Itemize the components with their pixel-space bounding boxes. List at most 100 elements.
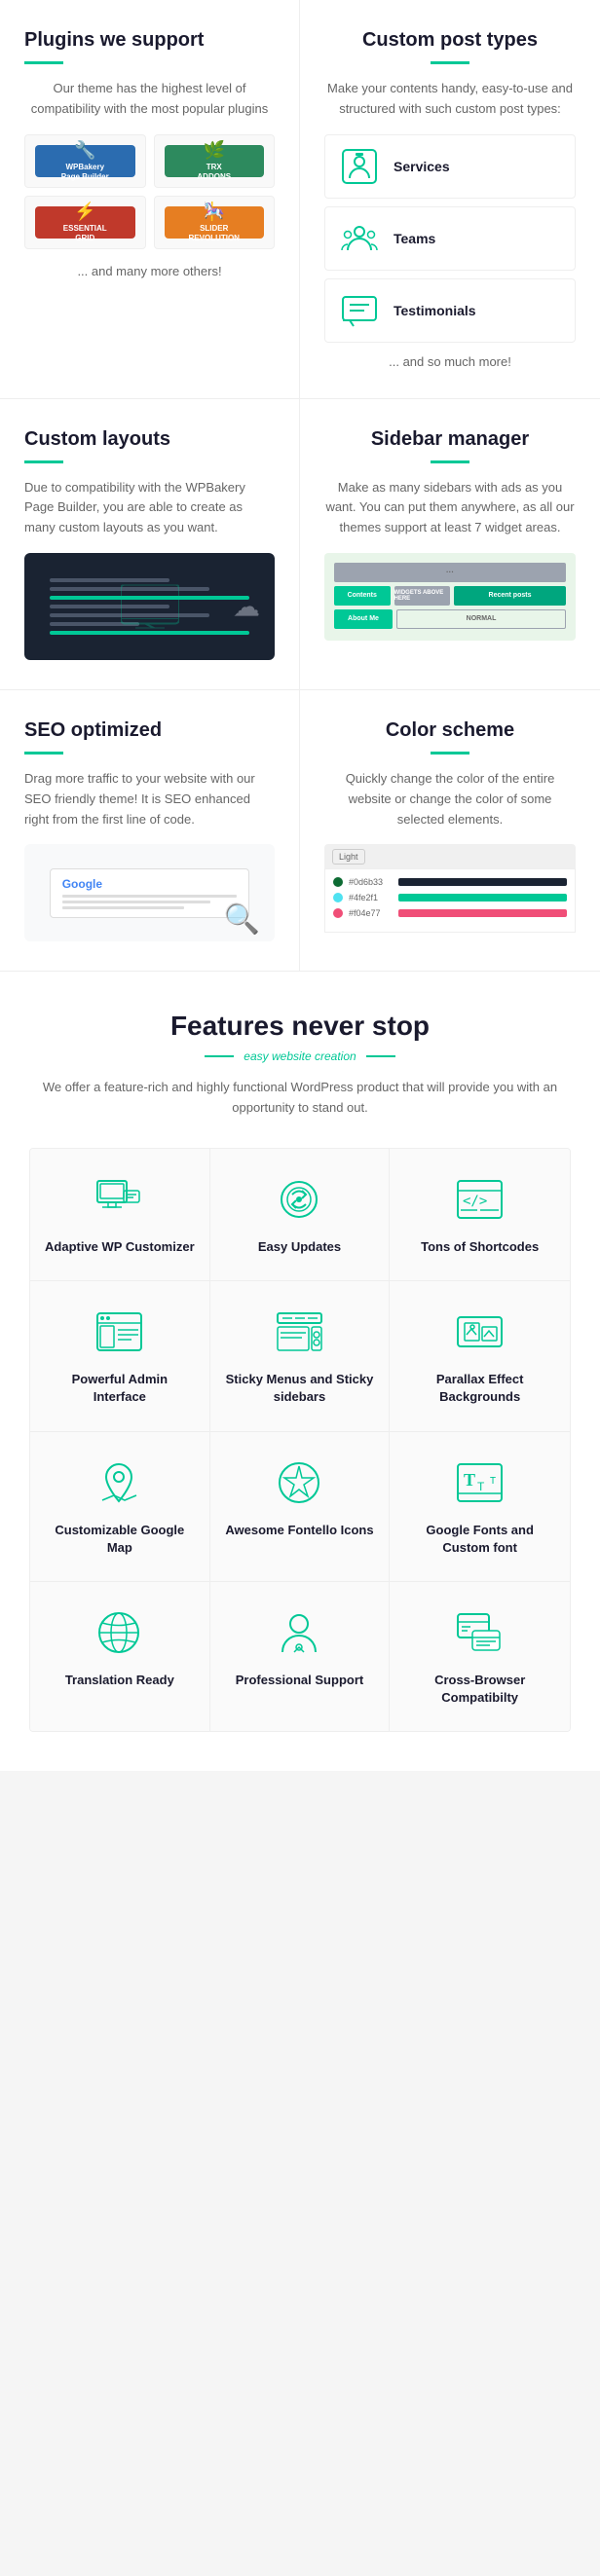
- plugins-divider: [24, 61, 63, 64]
- essential-label: ESSENTIALGRID: [63, 224, 107, 242]
- crossbrowser-label: Cross-Browser Compatibilty: [404, 1672, 555, 1707]
- parallax-icon: [453, 1306, 506, 1359]
- sidebar-row-1: ···: [334, 563, 566, 582]
- g-line-3: [62, 906, 185, 909]
- customizer-label: Adaptive WP Customizer: [45, 1238, 195, 1256]
- shortcodes-icon: </>: [453, 1173, 506, 1227]
- custom-layouts-divider: [24, 460, 63, 463]
- sticky-label: Sticky Menus and Sticky sidebars: [225, 1371, 375, 1406]
- translation-label: Translation Ready: [65, 1672, 174, 1689]
- color-dot-3: [333, 908, 343, 918]
- color-row-2: #4fe2f1: [333, 893, 567, 902]
- fonts-icon: T T T: [453, 1456, 506, 1510]
- color-scheme-divider: [431, 752, 469, 754]
- color-rows: #0d6b33 #4fe2f1 #f04e77: [324, 868, 576, 933]
- svg-text:T: T: [464, 1470, 475, 1490]
- sticky-icon: [273, 1306, 326, 1359]
- color-code-3: #f04e77: [349, 908, 393, 918]
- sidebar-row-3: About Me NORMAL: [334, 609, 566, 629]
- sidebar-widget-about: About Me: [334, 609, 393, 629]
- cpt-items: Services Teams: [324, 134, 576, 343]
- plugin-essential: ⚡ ESSENTIALGRID: [24, 196, 146, 249]
- sidebar-widget-above: WIDGETS ABOVE HERE: [394, 586, 451, 606]
- feature-updates: Easy Updates: [210, 1149, 391, 1281]
- cpt-item-services: Services: [324, 134, 576, 199]
- teams-label: Teams: [394, 231, 435, 246]
- sidebar-preview: ··· Contents WIDGETS ABOVE HERE Recent p…: [324, 553, 576, 641]
- custom-post-column: Custom post types Make your contents han…: [300, 0, 600, 398]
- feature-support: Professional Support: [210, 1582, 391, 1731]
- color-top-bar: Light: [324, 844, 576, 868]
- color-bar-2: [398, 894, 567, 902]
- feature-translation: Translation Ready: [30, 1582, 210, 1731]
- color-scheme-text: Quickly change the color of the entire w…: [324, 769, 576, 829]
- slider-logo: 🎠 SLIDERREVOLUTION: [165, 206, 265, 239]
- wpbakery-label: WPBakeryPage Builder: [61, 163, 109, 181]
- support-label: Professional Support: [236, 1672, 363, 1689]
- color-preview: Light #0d6b33 #4fe2f1 #f04: [324, 844, 576, 933]
- color-row-3: #f04e77: [333, 908, 567, 918]
- color-code-1: #0d6b33: [349, 877, 393, 887]
- fontello-icon: [273, 1456, 326, 1510]
- svg-text:T: T: [490, 1476, 496, 1487]
- color-code-2: #4fe2f1: [349, 893, 393, 902]
- plugin-logos-grid: 🔧 WPBakeryPage Builder 🌿 TRXADDONS ⚡ ESS: [24, 134, 275, 249]
- wpbakery-icon: 🔧: [74, 140, 95, 161]
- trx-icon: 🌿: [204, 140, 225, 161]
- color-dot-1: [333, 877, 343, 887]
- testimonials-label: Testimonials: [394, 303, 476, 318]
- wpbakery-logo: 🔧 WPBakeryPage Builder: [35, 145, 135, 177]
- cpt-item-testimonials: Testimonials: [324, 278, 576, 343]
- feature-icons: Awesome Fontello Icons: [210, 1432, 391, 1582]
- cpt-more: ... and so much more!: [324, 354, 576, 369]
- teams-icon: [340, 219, 379, 258]
- features-grid: Adaptive WP Customizer Easy Updates: [29, 1148, 571, 1732]
- seo-text: Drag more traffic to your website with o…: [24, 769, 275, 829]
- color-bar-3: [398, 909, 567, 917]
- subtitle-dash-right: [366, 1055, 395, 1057]
- sidebar-manager-text: Make as many sidebars with ads as you wa…: [324, 478, 576, 538]
- subtitle-dash-left: [205, 1055, 234, 1057]
- sidebar-widget-contents: Contents: [334, 586, 391, 606]
- google-lines: [62, 895, 238, 909]
- crossbrowser-icon: [453, 1606, 506, 1660]
- map-label: Customizable Google Map: [45, 1522, 195, 1557]
- plugin-trx: 🌿 TRXADDONS: [154, 134, 276, 188]
- cpt-title: Custom post types: [324, 29, 576, 52]
- feature-crossbrowser: Cross-Browser Compatibilty: [390, 1582, 570, 1731]
- plugins-title: Plugins we support: [24, 29, 275, 52]
- plugin-wpbakery: 🔧 WPBakeryPage Builder: [24, 134, 146, 188]
- features-section: Features never stop easy website creatio…: [0, 972, 600, 1771]
- testimonials-icon: [340, 291, 379, 330]
- feature-map: Customizable Google Map: [30, 1432, 210, 1582]
- seo-divider: [24, 752, 63, 754]
- map-icon: [93, 1456, 146, 1510]
- color-scheme-title: Color scheme: [324, 719, 576, 742]
- svg-text:T: T: [477, 1480, 485, 1493]
- light-selector[interactable]: Light: [332, 849, 365, 865]
- custom-layouts-column: Custom layouts Due to compatibility with…: [0, 399, 300, 689]
- lower-section: SEO optimized Drag more traffic to your …: [0, 690, 600, 972]
- color-dot-2: [333, 893, 343, 902]
- fontello-label: Awesome Fontello Icons: [225, 1522, 373, 1539]
- mid-section: Custom layouts Due to compatibility with…: [0, 399, 600, 690]
- google-logo: Google: [62, 877, 238, 891]
- seo-preview: Google 🔍: [24, 844, 275, 941]
- cpt-divider: [431, 61, 469, 64]
- plugins-more: ... and many more others!: [24, 264, 275, 278]
- admin-label: Powerful Admin Interface: [45, 1371, 195, 1406]
- g-line-1: [62, 895, 238, 898]
- top-section: Plugins we support Our theme has the hig…: [0, 0, 600, 399]
- customizer-icon: [93, 1173, 146, 1227]
- services-label: Services: [394, 159, 450, 174]
- translation-icon: [93, 1606, 146, 1660]
- essential-logo: ⚡ ESSENTIALGRID: [35, 206, 135, 239]
- sidebar-box-dots: ···: [334, 563, 566, 582]
- color-row-1: #0d6b33: [333, 877, 567, 887]
- search-magnifier-icon: 🔍: [224, 902, 260, 937]
- cpt-text: Make your contents handy, easy-to-use an…: [324, 79, 576, 120]
- slider-label: SLIDERREVOLUTION: [189, 224, 240, 242]
- layout-preview: ☁: [24, 553, 275, 660]
- sidebar-manager-title: Sidebar manager: [324, 428, 576, 451]
- layout-line-7: [50, 631, 250, 635]
